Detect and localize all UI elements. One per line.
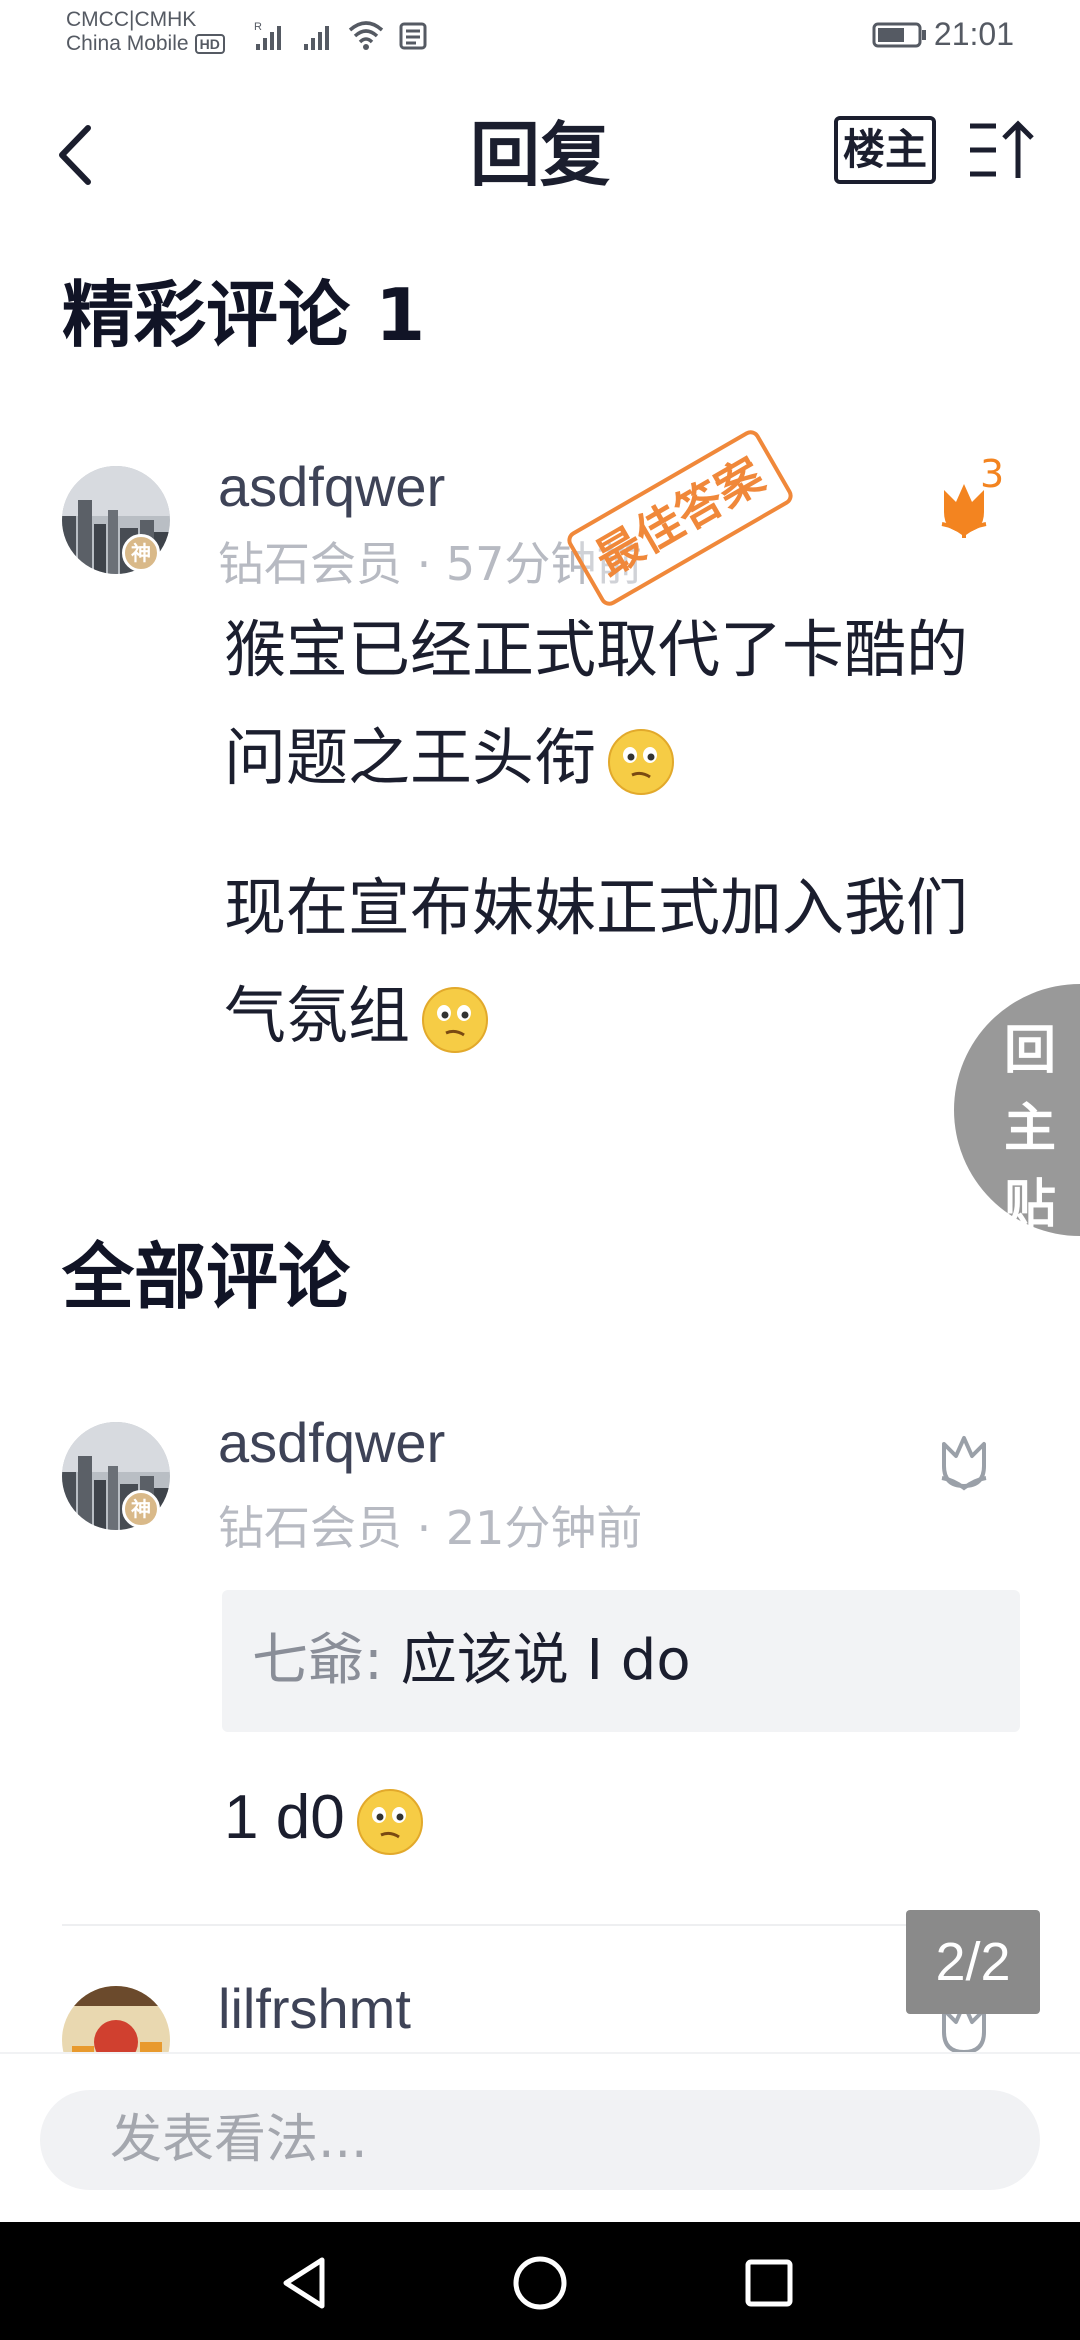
news-icon [399, 22, 427, 50]
system-nav-bar [0, 2222, 1080, 2340]
comment-meta: 钻石会员 · 21分钟前 [218, 1501, 643, 1555]
comment-username[interactable]: asdfqwer [218, 454, 445, 519]
comment-username[interactable]: lilfrshmt [218, 1976, 411, 2041]
comment-text-paragraph: 猴宝已经正式取代了卡酷的问题之王头衔 [224, 596, 1014, 812]
like-count: 3 [980, 452, 1005, 496]
quote-author[interactable]: 七爺: [252, 1628, 383, 1693]
signal-icons: R [252, 18, 428, 52]
nav-recents-icon[interactable] [734, 2248, 804, 2318]
back-to-post-char: 回 [1003, 1021, 1056, 1081]
avatar-badge: 神 [122, 1490, 160, 1528]
carrier-info: CMCC|CMHK China Mobile HD [66, 8, 225, 56]
comment-username[interactable]: asdfqwer [218, 1410, 445, 1475]
back-to-post-char: 贴 [1003, 1175, 1056, 1235]
comment-text: 猴宝已经正式取代了卡酷的问题之王头衔 [224, 613, 969, 794]
signal-icon [304, 26, 329, 50]
thinking-emoji-icon [608, 728, 675, 795]
quoted-reply[interactable]: 七爺: 应该说 I do [222, 1590, 1020, 1732]
page-indicator: 2/2 [906, 1910, 1040, 2014]
comment-text-paragraph: 1 d0 [224, 1764, 1014, 1872]
comment-input[interactable] [40, 2090, 1040, 2190]
like-flower-outline-icon[interactable] [932, 1430, 996, 1494]
avatar-badge: 神 [122, 534, 160, 572]
battery-icon [872, 22, 926, 47]
best-answer-stamp: 最佳答案 [563, 426, 797, 610]
back-to-post-char: 主 [1003, 1099, 1056, 1159]
header: 回复 楼主 [0, 90, 1080, 220]
carrier-name-primary: CMCC|CMHK [66, 8, 197, 31]
carrier-label: China Mobile [66, 32, 189, 56]
op-only-filter-button[interactable]: 楼主 [834, 116, 936, 184]
nav-back-icon[interactable] [272, 2248, 342, 2318]
quote-text: 应该说 I do [400, 1628, 691, 1693]
svg-text:R: R [254, 21, 262, 33]
status-right: 21:01 [872, 16, 1014, 53]
thinking-emoji-icon [422, 986, 489, 1053]
wifi-icon [348, 21, 384, 50]
nav-home-icon[interactable] [505, 2248, 575, 2318]
sort-icon[interactable] [968, 118, 1040, 182]
thinking-emoji-icon [356, 1788, 423, 1855]
comment-text: 现在宣布妹妹正式加入我们气氛组 [224, 871, 969, 1052]
comment-input-bar [0, 2052, 1080, 2220]
comment-text-paragraph: 现在宣布妹妹正式加入我们气氛组 [224, 854, 1014, 1070]
carrier-name-secondary: China Mobile HD [66, 32, 225, 56]
signal-r-icon: R [254, 21, 281, 50]
all-comments-section-title: 全部评论 [62, 1235, 351, 1319]
status-time: 21:01 [933, 16, 1014, 52]
featured-section-title: 精彩评论 1 [62, 273, 426, 357]
hd-badge: HD [194, 34, 225, 55]
status-bar: CMCC|CMHK China Mobile HD R 21:01 [0, 0, 1080, 78]
comment-text: 1 d0 [224, 1783, 345, 1852]
comment-divider [62, 1924, 1020, 1926]
